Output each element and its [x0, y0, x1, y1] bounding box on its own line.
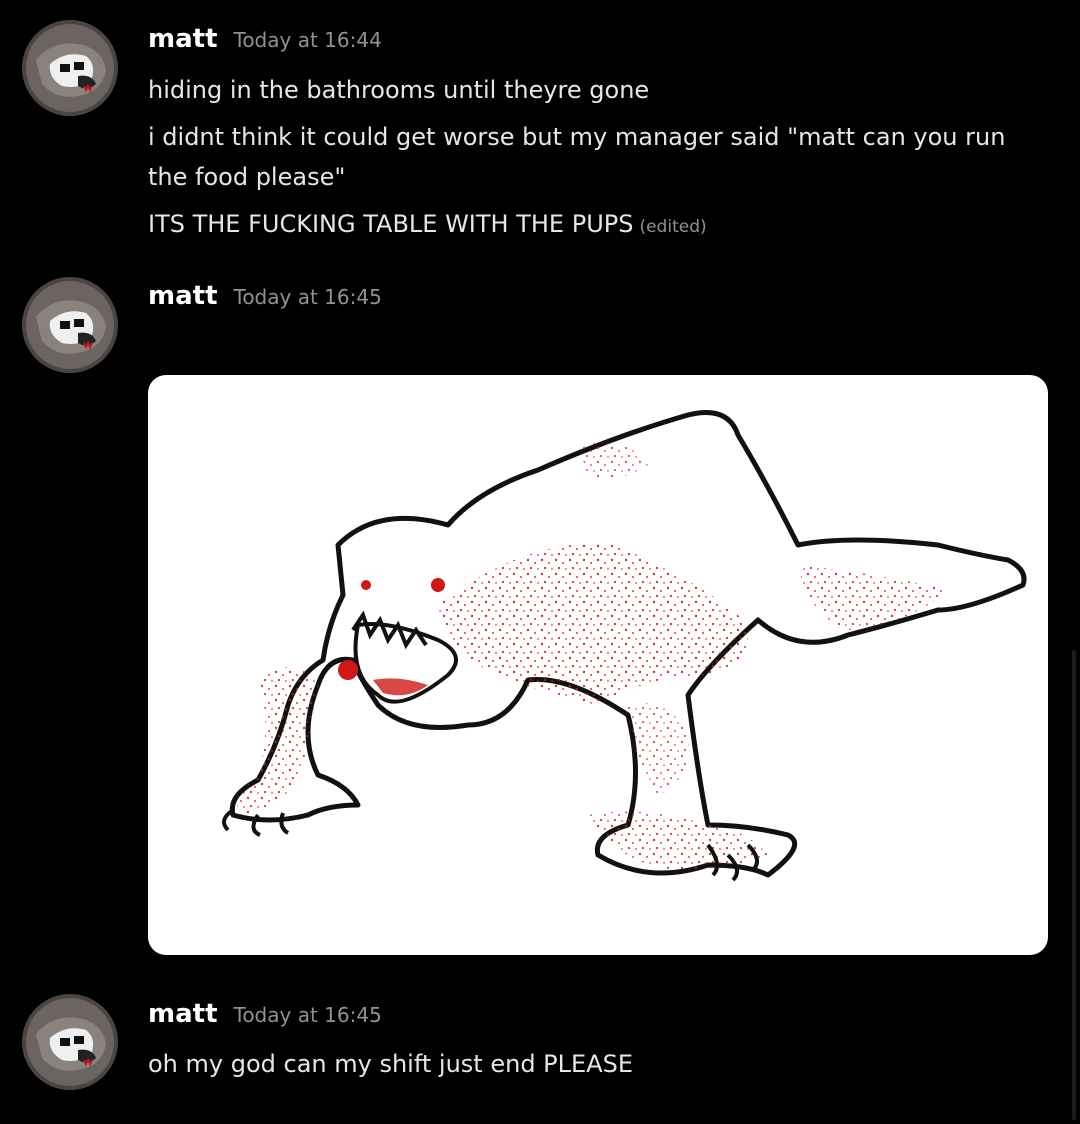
avatar-wolf-icon	[22, 20, 118, 116]
message-text: hiding in the bathrooms until theyre gon…	[148, 76, 650, 104]
monster-drawing-image	[222, 410, 1027, 882]
image-attachment[interactable]	[148, 375, 1048, 955]
timestamp[interactable]: Today at 16:44	[234, 28, 382, 52]
avatar-wolf-icon	[22, 277, 118, 373]
avatar[interactable]	[22, 994, 118, 1090]
avatar[interactable]	[22, 277, 118, 373]
avatar-wolf-icon	[22, 994, 118, 1090]
message-text: i didnt think it could get worse but my …	[148, 123, 1006, 191]
message-header: matt Today at 16:44	[148, 24, 382, 64]
message-text-edited: ITS THE FUCKING TABLE WITH THE PUPS (edit…	[148, 204, 1048, 247]
timestamp[interactable]: Today at 16:45	[234, 285, 382, 309]
message-header: matt Today at 16:45	[148, 281, 382, 321]
timestamp[interactable]: Today at 16:45	[234, 1003, 382, 1027]
message-text: oh my god can my shift just end PLEASE	[148, 1050, 634, 1078]
avatar[interactable]	[22, 20, 118, 116]
username[interactable]: matt	[148, 281, 218, 311]
edited-label[interactable]: (edited)	[639, 217, 706, 237]
message-text: ITS THE FUCKING TABLE WITH THE PUPS	[148, 210, 634, 238]
message-header: matt Today at 16:45	[148, 999, 382, 1039]
username[interactable]: matt	[148, 999, 218, 1029]
username[interactable]: matt	[148, 24, 218, 54]
scrollbar[interactable]	[1072, 650, 1076, 1120]
